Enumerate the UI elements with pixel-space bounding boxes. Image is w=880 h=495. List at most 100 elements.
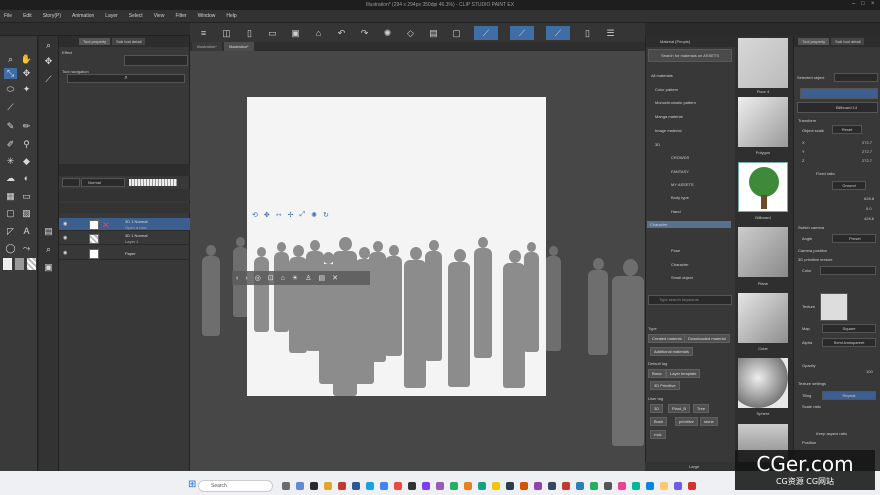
opacity-value[interactable]: 100 — [866, 369, 873, 374]
vector-icon[interactable]: ◸ — [4, 226, 17, 237]
pencil-icon[interactable]: ✏ — [20, 121, 33, 132]
object-move-icon[interactable]: ✢ — [288, 211, 294, 219]
snap-ruler-icon[interactable]: ⟋ — [474, 25, 498, 40]
tag-button[interactable]: 3D Primitive — [650, 381, 680, 390]
hamburger-menu-icon[interactable]: ≡ — [198, 28, 209, 38]
tree-item[interactable]: 3D — [655, 142, 660, 147]
blend-icon[interactable]: ☁ — [4, 173, 17, 184]
edge-icon[interactable] — [366, 482, 374, 490]
app-icon[interactable] — [492, 482, 500, 490]
material-thumbnail-selected[interactable] — [738, 162, 788, 212]
app-icon[interactable] — [338, 482, 346, 490]
reset-button[interactable]: Reset — [832, 125, 862, 134]
billboard-field[interactable]: Billboard 14 — [797, 102, 878, 113]
balloon-icon[interactable]: ◯ — [4, 243, 17, 254]
camera-rotate-icon[interactable]: ⟲ — [252, 211, 258, 219]
object-subtool-icon[interactable]: ⌕ — [42, 40, 55, 51]
snap-special-ruler-icon[interactable]: ⟋ — [510, 25, 534, 40]
canvas-paper[interactable] — [247, 97, 546, 396]
open-file-icon[interactable]: ▭ — [267, 28, 278, 38]
app-icon[interactable] — [674, 482, 682, 490]
view-size-select[interactable]: Large — [689, 464, 699, 469]
folder-icon[interactable] — [324, 482, 332, 490]
tree-item[interactable]: Manga material — [655, 114, 683, 119]
app-icon[interactable] — [450, 482, 458, 490]
object-scale-icon[interactable]: ⤢ — [300, 211, 306, 219]
close-icon[interactable]: × — [871, 1, 875, 7]
undo-icon[interactable]: ↶ — [336, 28, 347, 38]
maximize-icon[interactable]: □ — [861, 1, 865, 7]
menu-select[interactable]: Select — [129, 13, 143, 19]
tree-item[interactable]: Image material — [655, 128, 681, 133]
object-toolbar[interactable] — [800, 88, 878, 99]
zoom-tool-icon[interactable]: ⌕ — [4, 54, 17, 65]
fill-icon[interactable]: ▤ — [428, 28, 439, 38]
app-icon[interactable] — [562, 482, 570, 490]
tag-button[interactable]: Created material — [648, 334, 686, 343]
keep-aspect-checkbox[interactable]: Keep aspect ratio — [816, 431, 847, 436]
next-icon[interactable]: › — [245, 275, 247, 282]
app-icon[interactable] — [646, 482, 654, 490]
menu-help[interactable]: Help — [226, 13, 236, 19]
menu-file[interactable]: File — [4, 13, 12, 19]
scale-y-value[interactable]: 272.7 — [862, 149, 872, 154]
menu-window[interactable]: Window — [198, 13, 216, 19]
tab-sub-tool-detail[interactable]: Sub tool detail — [112, 38, 146, 45]
app-icon[interactable] — [506, 482, 514, 490]
tree-item-selected[interactable]: Character — [647, 221, 731, 228]
task-view-icon[interactable] — [282, 482, 290, 490]
document-tab[interactable]: Illustration* — [192, 42, 222, 51]
material-filter-input[interactable]: Type search keywords — [648, 295, 732, 305]
ruler-icon[interactable]: ▨ — [20, 208, 33, 219]
tag-button[interactable]: stone — [700, 417, 718, 426]
app-icon[interactable] — [632, 482, 640, 490]
layer-move-subtool-icon[interactable]: ✥ — [42, 56, 55, 67]
tag-button[interactable]: Basic — [648, 369, 666, 378]
save-icon[interactable]: ▣ — [290, 28, 301, 38]
material-thumbnail[interactable] — [738, 38, 788, 88]
effect-icon-row[interactable] — [124, 55, 188, 66]
pose-icon[interactable]: ♙ — [305, 274, 311, 282]
figure-icon[interactable]: ▭ — [20, 191, 33, 202]
menu-layer[interactable]: Layer — [105, 13, 118, 19]
tiling-toggle[interactable]: Repeat — [822, 391, 876, 400]
tab-sub-tool-detail[interactable]: Sub tool detail — [831, 38, 865, 45]
app-icon[interactable] — [534, 482, 542, 490]
tree-item[interactable]: Color pattern — [655, 87, 678, 92]
menu-story[interactable]: Story(P) — [43, 13, 61, 19]
blend-mode-select[interactable]: Normal — [81, 178, 125, 187]
material-search-button[interactable]: Search for materials on ASSETS — [648, 49, 732, 62]
fit-icon[interactable]: ⊡ — [268, 274, 274, 282]
new-file-icon[interactable]: ▯ — [244, 28, 255, 38]
fixed-ratio-checkbox[interactable]: Fixed ratio — [816, 171, 835, 176]
fill-tool-icon[interactable]: ◐ — [20, 173, 33, 184]
app-icon[interactable] — [548, 482, 556, 490]
list-icon[interactable]: ☰ — [605, 28, 616, 38]
app-icon[interactable] — [618, 482, 626, 490]
eye-icon[interactable]: ◉ — [63, 250, 67, 256]
tree-item[interactable]: Small object — [671, 275, 693, 280]
menu-animation[interactable]: Animation — [72, 13, 94, 19]
tag-button[interactable]: Plant_B — [668, 404, 691, 413]
eye-icon[interactable]: ◉ — [63, 235, 67, 241]
clip-studio-icon[interactable]: ◫ — [221, 28, 232, 38]
navigator-icon[interactable]: ▣ — [42, 262, 55, 273]
eyedrop-subtool-icon[interactable]: ⟋ — [42, 74, 55, 85]
material-thumbnail[interactable] — [738, 293, 788, 343]
smartphone-icon[interactable]: ▯ — [582, 28, 593, 38]
position-y-value[interactable]: 0.0 — [866, 206, 872, 211]
taskbar-search[interactable]: Search — [198, 480, 273, 492]
app-icon[interactable] — [436, 482, 444, 490]
menu-view[interactable]: View — [154, 13, 165, 19]
clear-icon[interactable]: ◇ — [405, 28, 416, 38]
light-icon[interactable]: ☀ — [292, 274, 298, 282]
tag-button[interactable]: 3D — [650, 404, 664, 413]
tree-item[interactable]: All materials — [651, 73, 673, 78]
tree-item[interactable]: FANTASY — [671, 169, 689, 174]
app-icon[interactable] — [576, 482, 584, 490]
gradient-icon[interactable]: ▦ — [4, 191, 17, 202]
tool-navigation-button[interactable]: ⌕ — [67, 74, 185, 83]
minimize-icon[interactable]: – — [852, 1, 855, 7]
selection-icon[interactable]: ⬭ — [4, 84, 17, 95]
layer-property-icon[interactable]: ▤ — [42, 226, 55, 237]
